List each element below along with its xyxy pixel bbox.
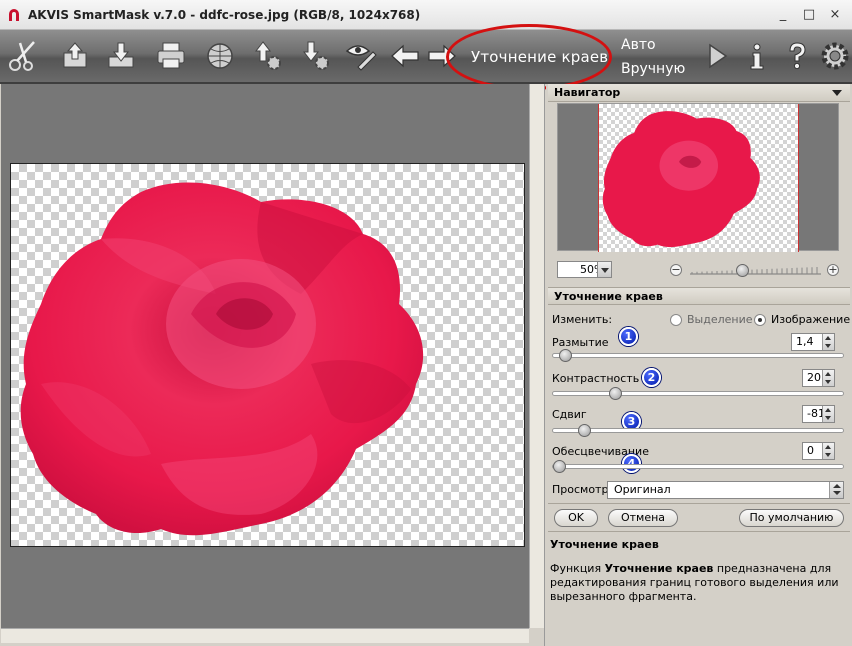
step-badge-1: 1 xyxy=(619,327,638,346)
navigator-preview[interactable] xyxy=(557,103,839,252)
toolbar: Уточнение краев Авто Вручную xyxy=(0,30,852,84)
shift-slider-thumb[interactable] xyxy=(578,424,592,437)
radio-selection[interactable] xyxy=(670,314,682,326)
refine-edges-header: Уточнение краев xyxy=(548,287,850,305)
rose-image xyxy=(20,182,424,536)
minimize-button[interactable]: _ xyxy=(774,6,792,24)
blur-value: 1,4 xyxy=(796,335,814,348)
help-text-bold: Уточнение краев xyxy=(604,562,714,575)
divider xyxy=(548,531,850,532)
rose-thumbnail xyxy=(602,111,760,248)
tab-auto[interactable]: Авто xyxy=(621,37,656,53)
change-label: Изменить: xyxy=(552,313,613,326)
blur-slider[interactable] xyxy=(552,349,844,362)
spin-arrows-icon[interactable] xyxy=(822,334,834,350)
preview-label: Просмотр: xyxy=(552,483,613,496)
contrast-input[interactable]: 20 xyxy=(802,369,835,387)
radio-selection-label: Выделение xyxy=(687,313,753,326)
window-title: AKVIS SmartMask v.7.0 - ddfc-rose.jpg (R… xyxy=(28,8,421,22)
help-text: Функция Уточнение краев предназначена дл… xyxy=(550,562,846,604)
blur-slider-thumb[interactable] xyxy=(558,349,572,362)
horizontal-scrollbar[interactable] xyxy=(1,628,529,643)
blur-label: Размытие xyxy=(552,336,609,349)
refine-edges-title: Уточнение краев xyxy=(554,290,663,303)
desaturation-value: 0 xyxy=(807,444,814,457)
canvas-area xyxy=(0,84,545,646)
contrast-slider[interactable] xyxy=(552,387,844,400)
print-icon[interactable] xyxy=(154,39,188,73)
preview-select[interactable]: Оригинал xyxy=(607,481,844,499)
eye-pencil-icon[interactable] xyxy=(344,39,378,73)
chevron-down-icon[interactable] xyxy=(597,262,611,277)
zoom-slider[interactable] xyxy=(690,264,821,277)
help-title: Уточнение краев xyxy=(550,538,659,551)
navigator-thumbnail[interactable] xyxy=(598,104,799,252)
settings-icon[interactable] xyxy=(818,39,852,73)
run-icon[interactable] xyxy=(700,39,734,73)
spin-arrows-icon[interactable] xyxy=(822,370,834,386)
desaturation-input[interactable]: 0 xyxy=(802,442,835,460)
preview-value: Оригинал xyxy=(614,483,671,496)
divider xyxy=(548,503,850,504)
shift-label: Сдвиг xyxy=(552,408,587,421)
export-icon[interactable] xyxy=(58,39,92,73)
tab-manual[interactable]: Вручную xyxy=(621,61,685,77)
contrast-value: 20 xyxy=(807,371,821,384)
desaturation-slider[interactable] xyxy=(552,460,844,473)
radio-image-label: Изображение xyxy=(771,313,851,326)
image-viewport[interactable] xyxy=(1,84,529,628)
title-bar: AKVIS SmartMask v.7.0 - ddfc-rose.jpg (R… xyxy=(0,0,852,30)
scissors-logo-icon xyxy=(6,39,40,73)
download-settings-icon[interactable] xyxy=(298,39,332,73)
shift-slider[interactable] xyxy=(552,424,844,437)
redo-arrow-icon[interactable] xyxy=(425,39,459,73)
tab-refine-edges[interactable]: Уточнение краев xyxy=(471,48,608,66)
spin-arrows-icon[interactable] xyxy=(822,406,834,422)
undo-arrow-icon[interactable] xyxy=(388,39,422,73)
contrast-label: Контрастность xyxy=(552,372,640,385)
web-icon[interactable] xyxy=(203,39,237,73)
select-arrows-icon[interactable] xyxy=(829,482,843,498)
info-icon[interactable] xyxy=(740,39,774,73)
radio-image[interactable] xyxy=(754,314,766,326)
ok-button[interactable]: OK xyxy=(554,509,598,527)
help-icon[interactable] xyxy=(780,39,814,73)
contrast-slider-thumb[interactable] xyxy=(609,387,622,400)
maximize-button[interactable]: □ xyxy=(800,6,818,24)
image-canvas[interactable] xyxy=(10,163,525,547)
vertical-scrollbar[interactable] xyxy=(529,84,544,628)
blur-input[interactable]: 1,4 xyxy=(791,333,835,351)
spin-arrows-icon[interactable] xyxy=(822,443,834,459)
collapse-arrow-icon[interactable] xyxy=(832,90,842,96)
cancel-button[interactable]: Отмена xyxy=(608,509,678,527)
zoom-in-button[interactable]: + xyxy=(827,264,839,276)
step-badge-2: 2 xyxy=(642,368,661,387)
help-text-prefix: Функция xyxy=(550,562,605,575)
close-button[interactable]: × xyxy=(826,6,844,24)
upload-settings-icon[interactable] xyxy=(250,39,284,73)
navigator-title: Навигатор xyxy=(554,86,621,99)
akvis-app-icon xyxy=(9,9,19,21)
shift-input[interactable]: -81 xyxy=(802,405,835,423)
default-button[interactable]: По умолчанию xyxy=(739,509,844,527)
navigator-header[interactable]: Навигатор xyxy=(548,84,850,102)
zoom-dropdown[interactable]: 50% xyxy=(557,261,612,278)
save-icon[interactable] xyxy=(104,39,138,73)
desaturation-slider-thumb[interactable] xyxy=(553,460,566,473)
settings-panel: Навигатор 50% − + Уточнение краев Измени… xyxy=(546,84,852,646)
zoom-out-button[interactable]: − xyxy=(670,264,682,276)
